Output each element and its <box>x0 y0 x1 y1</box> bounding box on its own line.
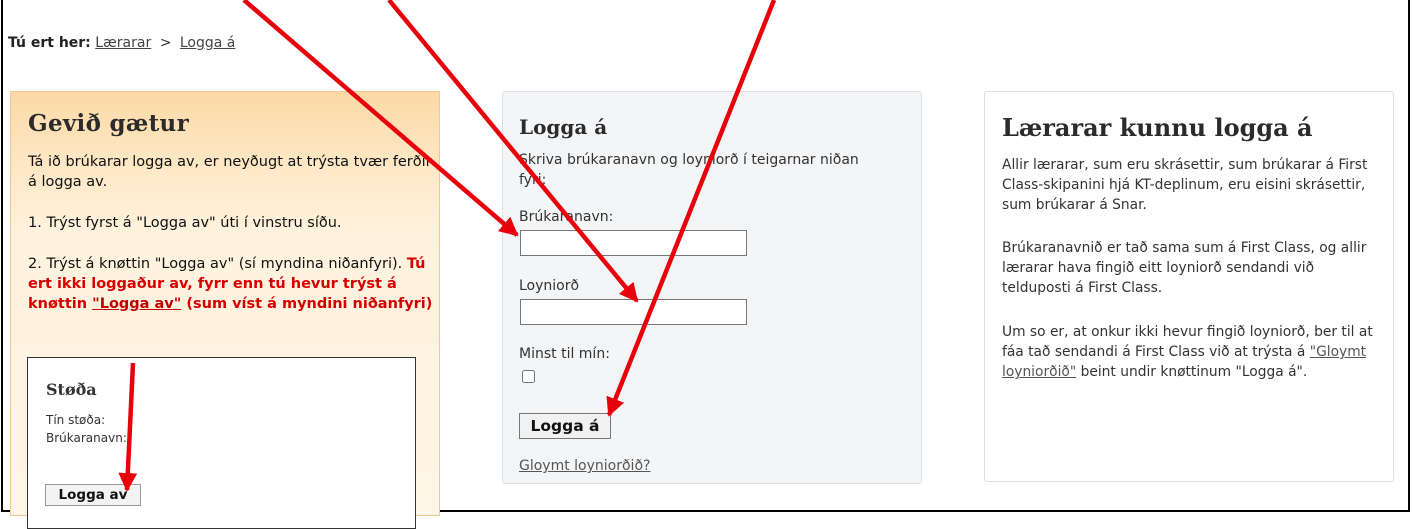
status-title: Støða <box>46 380 97 399</box>
breadcrumb-link-login[interactable]: Logga á <box>180 35 236 51</box>
remember-checkbox[interactable] <box>522 370 535 383</box>
breadcrumb: Tú ert her: Lærarar > Logga á <box>8 35 235 51</box>
status-box-screenshot: Støða Tín støða: Brúkaranavn: Logga av <box>27 357 416 529</box>
logout-button-example: Logga av <box>45 484 141 506</box>
notice-intro: Tá ið brúkarar logga av, er neyðugt at t… <box>28 154 432 190</box>
info-paragraph-1: Allir lærarar, sum eru skrásettir, sum b… <box>1002 157 1368 213</box>
password-label: Loyniorð <box>519 278 580 294</box>
breadcrumb-separator: > <box>159 35 172 51</box>
login-form: Logga á Skriva brúkaranavn og loyniorð í… <box>502 91 922 484</box>
info-paragraph-3: Um so er, at onkur ikki hevur fingið loy… <box>1002 322 1387 382</box>
status-label: Tín støða: <box>46 413 106 427</box>
password-input[interactable] <box>520 299 747 325</box>
notice-step-1: 1. Trýst fyrst á "Logga av" úti í vinstr… <box>28 215 342 231</box>
notice-panel: Gevið gætur Tá ið brúkarar logga av, er … <box>10 91 440 529</box>
login-title: Logga á <box>519 115 608 139</box>
forgot-password-link[interactable]: Gloymt loyniorðið? <box>519 458 650 474</box>
login-button[interactable]: Logga á <box>519 413 611 439</box>
breadcrumb-link-teachers[interactable]: Lærarar <box>95 35 151 51</box>
notice-warning-end: (sum víst á myndini niðanfyri) <box>186 296 433 312</box>
info-panel: Lærarar kunnu logga á Allir lærarar, sum… <box>984 91 1394 482</box>
info-paragraph-3-end: beint undir knøttinum "Logga á". <box>1080 364 1308 380</box>
notice-step-2-text: 2. Trýst á knøttin "Logga av" (sí myndin… <box>28 256 403 272</box>
status-username-label: Brúkaranavn: <box>46 431 127 445</box>
info-title: Lærarar kunnu logga á <box>1002 113 1313 142</box>
info-paragraph-2: Brúkaranavnið er tað sama sum á First Cl… <box>1002 240 1367 296</box>
username-label: Brúkaranavn: <box>519 209 614 225</box>
remember-label: Minst til mín: <box>519 346 610 362</box>
notice-step-2: 2. Trýst á knøttin "Logga av" (sí myndin… <box>28 254 433 314</box>
breadcrumb-prefix: Tú ert her: <box>8 35 91 51</box>
login-instructions: Skriva brúkaranavn og loyniorð í teigarn… <box>519 152 859 188</box>
notice-title: Gevið gætur <box>28 110 189 137</box>
username-input[interactable] <box>520 230 747 256</box>
notice-warning-link: "Logga av" <box>92 296 182 312</box>
